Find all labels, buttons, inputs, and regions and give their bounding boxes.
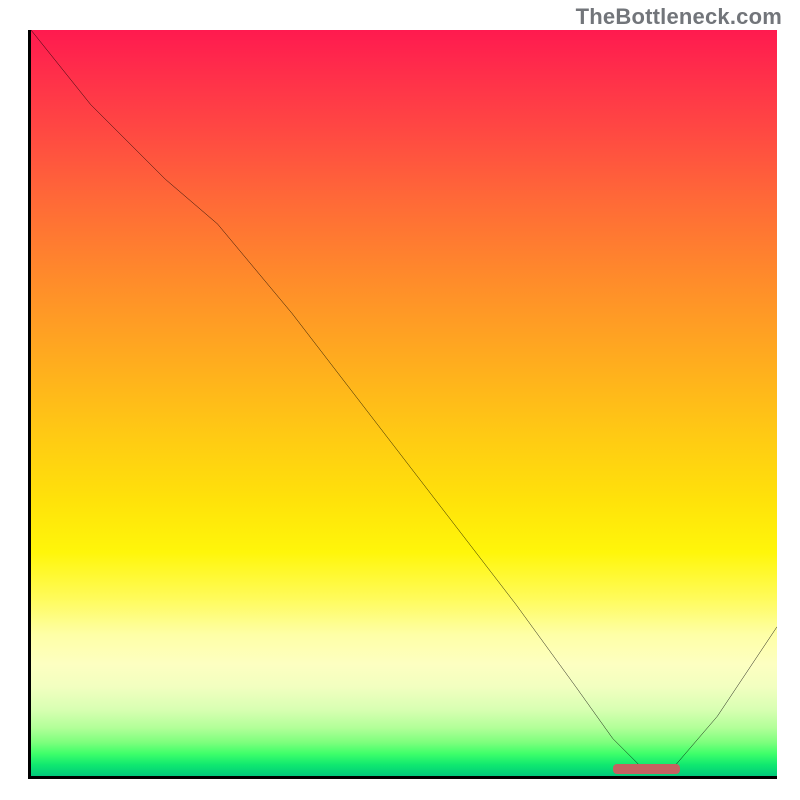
optimal-range-marker xyxy=(613,764,680,774)
plot-area xyxy=(28,30,777,779)
chart-container: TheBottleneck.com xyxy=(0,0,800,800)
gradient-background xyxy=(31,30,777,776)
watermark-label: TheBottleneck.com xyxy=(576,4,782,30)
